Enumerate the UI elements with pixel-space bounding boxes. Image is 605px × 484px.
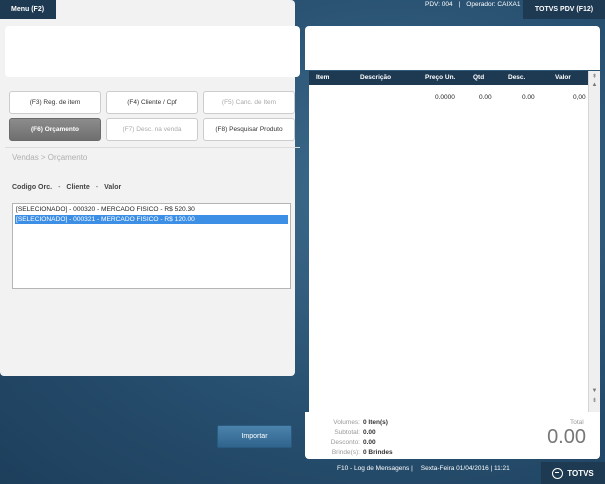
desconto-label: Desconto:: [330, 439, 360, 446]
column-dash: -: [95, 184, 99, 191]
brand-logo: TOTVS: [541, 462, 605, 484]
pdv-operator-info: PDV: 004 | Operador: CAIXA1: [425, 1, 521, 8]
status-bar: [0, 462, 605, 484]
totvs-logo-icon: [552, 467, 564, 479]
header-item[interactable]: Item: [316, 74, 329, 81]
log-messages-link[interactable]: F10 - Log de Mensagens |: [337, 465, 413, 472]
date-time: Sexta-Feira 01/04/2016 | 11:21: [420, 465, 510, 472]
info-separator: |: [458, 1, 461, 8]
totvs-pdv-button[interactable]: TOTVS PDV (F12): [523, 0, 605, 19]
header-descricao[interactable]: Descrição: [360, 74, 391, 81]
items-table-body: 0.0000 0.00 0.00 0,00: [309, 85, 588, 412]
cell-qtd: 0.00: [479, 94, 492, 101]
f8-pesquisar-produto-button[interactable]: (F8) Pesquisar Produto: [203, 118, 295, 141]
f6-orcamento-button[interactable]: (F6) Orçamento: [9, 118, 101, 141]
client-column-label: Cliente: [66, 184, 90, 191]
header-desc[interactable]: Desc.: [508, 74, 525, 81]
table-row[interactable]: 0.0000 0.00 0.00 0,00: [309, 91, 588, 101]
header-preco-un[interactable]: Preço Un.: [425, 74, 455, 81]
pdv-info: PDV: 004: [425, 1, 453, 8]
brand-name: TOTVS: [567, 468, 594, 478]
breadcrumb: Vendas > Orçamento: [12, 153, 88, 162]
import-button[interactable]: Importar: [217, 425, 292, 448]
f7-desc-venda-button[interactable]: (F7) Desc. na venda: [106, 118, 198, 141]
items-table-header: Item Descrição Preço Un. Qtd Desc. Valor: [309, 71, 588, 85]
f3-reg-item-button[interactable]: (F3) Reg. de item: [9, 91, 101, 114]
scroll-up-icon[interactable]: ▲: [589, 81, 600, 89]
quote-column-header: Codigo Orc. - Cliente - Valor: [12, 184, 121, 191]
subtotal-value: 0.00: [363, 429, 376, 436]
cell-valor: 0,00: [573, 94, 586, 101]
totals-summary: Volumes: 0 Iten(s) Subtotal: 0.00 Desconto…: [330, 419, 393, 459]
header-valor[interactable]: Valor: [555, 74, 571, 81]
total-value: 0.00: [547, 426, 586, 448]
list-item[interactable]: [SELECIONADO] - 000320 - MERCADO FISICO …: [13, 205, 290, 214]
scroll-bottom-icon[interactable]: ⇟: [589, 397, 600, 405]
table-scrollbar[interactable]: ⇞ ▲ ▼ ⇟: [588, 71, 600, 412]
divider: [5, 147, 300, 148]
brindes-value: 0 Brindes: [363, 449, 393, 456]
subtotal-label: Subtotal:: [334, 429, 360, 436]
cell-desc: 0.00: [522, 94, 535, 101]
code-column-label: Codigo Orc.: [12, 184, 53, 191]
desconto-value: 0.00: [363, 439, 376, 446]
operator-info: Operador: CAIXA1: [466, 1, 521, 8]
product-display-panel: [5, 26, 300, 77]
scroll-top-icon[interactable]: ⇞: [589, 73, 600, 81]
list-item-selected[interactable]: [SELECIONADO] - 000321 - MERCADO FISICO …: [15, 215, 288, 224]
value-column-label: Valor: [104, 184, 122, 191]
header-qtd[interactable]: Qtd: [473, 74, 484, 81]
scroll-down-icon[interactable]: ▼: [589, 387, 600, 395]
menu-button[interactable]: Menu (F2): [0, 0, 56, 19]
top-bar: Menu (F2) PDV: 004 | Operador: CAIXA1 TO…: [0, 0, 605, 20]
volumes-label: Volumes:: [333, 419, 360, 426]
product-image-panel: [305, 26, 600, 70]
f5-canc-item-button[interactable]: (F5) Canc. de Item: [203, 91, 295, 114]
column-dash: -: [58, 184, 61, 191]
cell-preco-un: 0.0000: [435, 94, 455, 101]
status-info: F10 - Log de Mensagens | Sexta-Feira 01/…: [337, 465, 510, 472]
brindes-label: Brinde(s):: [331, 449, 360, 456]
f4-cliente-cpf-button[interactable]: (F4) Cliente / Cpf: [106, 91, 198, 114]
quote-list[interactable]: [SELECIONADO] - 000320 - MERCADO FISICO …: [12, 203, 291, 289]
total-label: Total: [570, 419, 584, 426]
volumes-value: 0 Iten(s): [363, 419, 388, 426]
